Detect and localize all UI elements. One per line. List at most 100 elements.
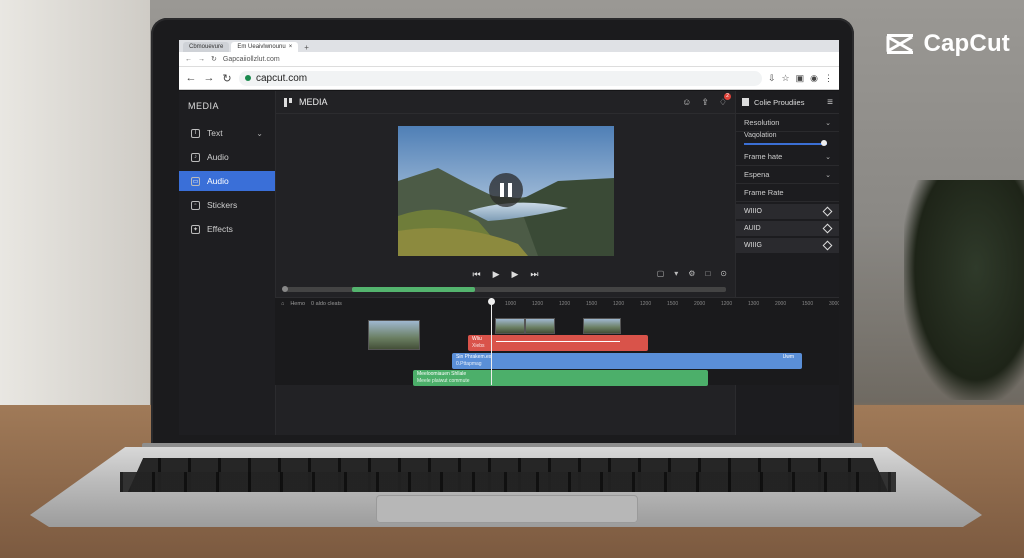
dropdown-icon[interactable]: ▾ (674, 269, 678, 278)
playhead-handle[interactable] (488, 298, 495, 305)
bookmark-icon[interactable]: ☆ (782, 73, 790, 84)
close-icon[interactable]: × (289, 44, 293, 50)
skip-back-icon[interactable]: ⏮ (472, 269, 480, 283)
sidebar-item-audio-active[interactable]: ▭ Audio (179, 171, 275, 191)
ruler-tick-label: 1300 (748, 301, 760, 307)
new-tab-button[interactable]: + (300, 43, 313, 52)
video-clip-blue[interactable]: Sin Phrakem.ex 0.Pttapmag Uwm (452, 353, 802, 369)
slider-knob[interactable] (821, 140, 827, 146)
ruler-tick-label: 1500 (802, 301, 814, 307)
flag-icon (742, 98, 749, 106)
clip-tag: Uwm (782, 354, 794, 360)
sidebar-item-text[interactable]: T Text ⌄ (179, 123, 275, 143)
laptop-screen: Cbmouevure Em Ueaivlwnounu × + ← → ↻ Gapc… (179, 40, 839, 435)
sidebar-item-audio[interactable]: ♪ Audio (179, 147, 275, 167)
clip-thumbnail[interactable] (495, 318, 525, 334)
left-panel-title: MEDIA (188, 101, 220, 111)
pause-button[interactable] (489, 173, 523, 207)
install-icon[interactable]: ⇩ (768, 73, 776, 84)
clip-label: Meeloomiauen Shllale (417, 371, 467, 377)
brand-name: CapCut (923, 30, 1010, 57)
property-frame-rate[interactable]: Frame Rate (736, 184, 839, 202)
keyframe-icon[interactable] (822, 206, 833, 217)
property-label: Frame hate (744, 152, 783, 161)
video-preview[interactable] (398, 126, 614, 256)
chevron-down-icon: ⌄ (256, 128, 263, 138)
property-label: Vaqolation (744, 132, 777, 139)
clip-thumbnail[interactable] (525, 318, 555, 334)
progress-start-dot (282, 286, 288, 292)
timeline-label: Hemo (290, 301, 305, 307)
home-icon[interactable]: ⌂ (281, 301, 284, 307)
property-item[interactable]: WIIIG (736, 238, 839, 253)
property-espena[interactable]: Espena ⌄ (736, 166, 839, 184)
browser-tab[interactable]: Cbmouevure (183, 42, 230, 52)
preview-header: MEDIA ☺ ⇪ ♢ 2 (276, 91, 735, 114)
back-icon[interactable]: ← (185, 56, 192, 63)
text-clip-green[interactable]: Meeloomiauen Shllale Meele plaiwut commu… (413, 370, 708, 386)
url-input[interactable]: capcut.com (239, 70, 762, 86)
ruler-tick-label: 1500 (667, 301, 679, 307)
property-resolution[interactable]: Resolution ⌄ (736, 114, 839, 132)
media-grid-icon (284, 97, 293, 107)
play-icon[interactable]: ▶ (512, 269, 519, 283)
settings-icon[interactable]: ⚙ (688, 269, 695, 278)
reload-icon[interactable]: ↻ (211, 55, 217, 63)
fullscreen-icon[interactable]: □ (705, 269, 710, 278)
property-item[interactable]: AUID (736, 221, 839, 236)
volume-line (496, 341, 620, 342)
property-item-label: AUID (744, 225, 761, 232)
media-thumbnail[interactable] (368, 320, 420, 350)
share-icon[interactable]: ⇪ (701, 97, 709, 108)
sidebar-item-stickers[interactable]: ▫ Stickers (179, 195, 275, 215)
play-icon[interactable]: ▶ (493, 269, 500, 283)
property-frame-hate[interactable]: Frame hate ⌄ (736, 148, 839, 166)
clip-thumbnail[interactable] (583, 318, 621, 334)
sidebar-item-effects[interactable]: ✦ Effects (179, 219, 275, 239)
profile-icon[interactable]: ◉ (810, 73, 818, 84)
clip-label: Sin Phrakem.ex (456, 354, 492, 360)
brand-watermark: CapCut (885, 30, 1010, 58)
property-item[interactable]: WIIIO (736, 204, 839, 219)
notification-icon[interactable]: ♢ 2 (719, 92, 731, 108)
capcut-logo-icon (885, 31, 915, 57)
header-actions: ☺ ⇪ ♢ 2 (682, 92, 731, 108)
skip-forward-icon[interactable]: ⏭ (530, 269, 538, 283)
keyframe-icon[interactable] (822, 240, 833, 251)
effects-icon: ✦ (191, 224, 200, 234)
ratio-icon[interactable]: ▢ (657, 269, 665, 278)
forward-icon[interactable]: → (198, 56, 205, 63)
properties-header: Colie Proudiies ≡ (736, 91, 839, 114)
ruler-tick-label: 2000 (775, 301, 787, 307)
secure-lock-icon (245, 75, 251, 81)
clip-sublabel: Meele plaiwut commute (417, 378, 470, 384)
audio-icon: ♪ (191, 152, 200, 162)
playback-controls: ⏮ ▶ ▶ ⏭ ▢ ▾ ⚙ □ ⊙ (276, 269, 735, 283)
clip-sublabel: Xiebs (472, 343, 485, 349)
playback-progress[interactable] (282, 286, 726, 292)
property-label: Espena (744, 170, 770, 179)
tab-label: Em Ueaivlwnounu (237, 44, 286, 50)
emoji-icon[interactable]: ☺ (682, 97, 691, 108)
menu-icon[interactable]: ≡ (827, 97, 833, 108)
back-icon[interactable]: ← (185, 72, 197, 84)
playhead[interactable] (488, 298, 495, 385)
forward-icon[interactable]: → (203, 72, 215, 84)
ruler-tick-label: 1200 (721, 301, 733, 307)
preview-tools: ▢ ▾ ⚙ □ ⊙ (657, 269, 727, 278)
more-icon[interactable]: ⊙ (720, 269, 727, 278)
menu-icon[interactable]: ⋮ (824, 73, 833, 84)
ruler-tick-label: 2000 (694, 301, 706, 307)
keyframe-icon[interactable] (822, 223, 833, 234)
timeline-ruler: 1000 1200 1200 1500 1200 1200 1500 2000 1200 1300… (505, 301, 839, 307)
extensions-icon[interactable]: ▣ (796, 73, 805, 84)
property-slider[interactable]: Vaqolation (736, 132, 839, 148)
background-plant (904, 180, 1024, 400)
left-panel: MEDIA T Text ⌄ ♪ Audio ▭ Audio ▫ Sticker… (179, 91, 276, 435)
ruler-tick-label: 1200 (559, 301, 571, 307)
trackpad[interactable] (376, 495, 638, 523)
sidebar-item-label: Text (207, 128, 223, 138)
audio-clip-red[interactable]: Wliu Xiebs (468, 335, 648, 351)
browser-tab-active[interactable]: Em Ueaivlwnounu × (231, 42, 299, 52)
reload-icon[interactable]: ↻ (221, 72, 233, 85)
